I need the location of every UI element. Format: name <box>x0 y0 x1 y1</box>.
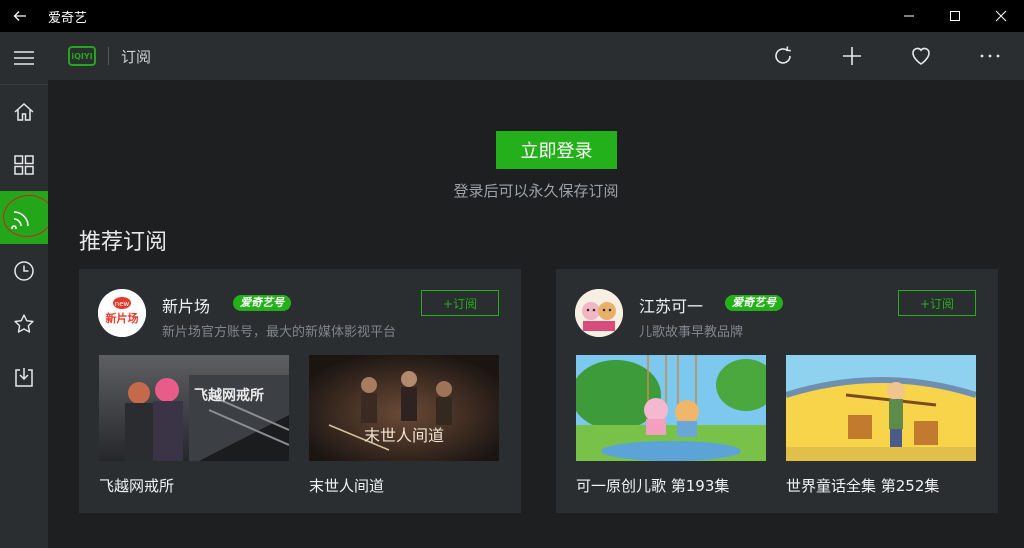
back-arrow-icon <box>13 11 26 21</box>
iqiyi-account-badge: 爱奇艺号 <box>725 295 783 311</box>
svg-text:末世人间道: 末世人间道 <box>364 426 444 445</box>
xinpianchang-logo: new 新片场 <box>98 289 146 337</box>
refresh-icon <box>774 46 791 64</box>
sidebar-item-favorites[interactable] <box>0 297 48 350</box>
video-title[interactable]: 末世人间道 <box>309 475 384 496</box>
minimize-icon <box>904 15 914 17</box>
iqiyi-logo: iQIYI <box>68 46 96 66</box>
add-button[interactable] <box>817 32 886 80</box>
video-thumbnail[interactable]: 末世人间道 <box>309 355 499 461</box>
back-button[interactable] <box>0 0 40 32</box>
window-title: 爱奇艺 <box>48 10 88 26</box>
video-poster-image <box>786 355 976 461</box>
home-icon <box>14 102 34 121</box>
video-poster-image: 末世人间道 <box>309 355 499 461</box>
clock-icon <box>14 260 34 281</box>
video-thumbnail[interactable]: 飞越网戒所 <box>99 355 289 461</box>
channel-card: 江苏可一 爱奇艺号 儿歌故事早教品牌 +订阅 可一原创儿歌 第193集 世界童话… <box>556 269 998 513</box>
main-content: iQIYI 订阅 立即登录 登录后可以永久保存订阅 推荐订阅 new 新片场 新… <box>48 32 1024 548</box>
sidebar-item-history[interactable] <box>0 244 48 297</box>
more-button[interactable] <box>955 32 1024 80</box>
more-dots-icon <box>980 54 999 58</box>
svg-text:飞越网戒所: 飞越网戒所 <box>194 387 264 404</box>
video-title[interactable]: 飞越网戒所 <box>99 475 174 496</box>
channel-name[interactable]: 新片场 <box>162 293 210 317</box>
page-title: 订阅 <box>121 47 152 66</box>
login-hint: 登录后可以永久保存订阅 <box>453 182 619 200</box>
sidebar-item-subscriptions[interactable] <box>0 191 56 244</box>
maximize-icon <box>950 11 960 21</box>
divider <box>108 47 109 65</box>
login-button[interactable]: 立即登录 <box>496 131 617 169</box>
favorite-button[interactable] <box>886 32 955 80</box>
svg-text:new: new <box>115 300 130 308</box>
cartoon-avatar-image <box>575 289 623 337</box>
heart-icon <box>911 47 930 65</box>
video-title[interactable]: 世界童话全集 第252集 <box>786 475 939 496</box>
close-icon <box>995 10 1007 22</box>
channel-avatar[interactable] <box>575 289 623 337</box>
channel-name[interactable]: 江苏可一 <box>639 293 703 317</box>
video-poster-image <box>576 355 766 461</box>
video-thumbnail[interactable] <box>576 355 766 461</box>
sidebar <box>0 32 56 548</box>
menu-button[interactable] <box>0 32 48 85</box>
star-icon <box>14 313 34 333</box>
video-thumbnail[interactable] <box>786 355 976 461</box>
subscribe-button[interactable]: +订阅 <box>421 290 499 316</box>
channel-card: new 新片场 新片场 爱奇艺号 新片场官方账号，最大的新媒体影视平台 +订阅 <box>79 269 521 513</box>
channel-avatar[interactable]: new 新片场 <box>98 289 146 337</box>
channel-description: 儿歌故事早教品牌 <box>639 325 744 340</box>
top-bar: iQIYI 订阅 <box>48 32 1024 80</box>
plus-icon <box>842 47 861 65</box>
refresh-button[interactable] <box>748 32 817 80</box>
iqiyi-account-badge: 爱奇艺号 <box>233 295 291 311</box>
video-title[interactable]: 可一原创儿歌 第193集 <box>576 475 729 496</box>
grid-icon <box>14 154 34 175</box>
sidebar-item-downloads[interactable] <box>0 350 48 403</box>
close-button[interactable] <box>978 0 1024 32</box>
hamburger-menu-icon <box>14 51 34 65</box>
minimize-button[interactable] <box>886 0 932 32</box>
subscribe-button[interactable]: +订阅 <box>898 290 976 316</box>
channel-description: 新片场官方账号，最大的新媒体影视平台 <box>162 325 397 340</box>
sidebar-item-categories[interactable] <box>0 138 48 191</box>
recommended-section-title: 推荐订阅 <box>79 230 168 255</box>
svg-text:新片场: 新片场 <box>106 311 139 325</box>
rss-feed-icon <box>11 210 29 229</box>
sidebar-item-home[interactable] <box>0 85 48 138</box>
title-bar: 爱奇艺 <box>0 0 1024 32</box>
maximize-button[interactable] <box>932 0 978 32</box>
download-icon <box>15 367 33 387</box>
video-poster-image: 飞越网戒所 <box>99 355 289 461</box>
